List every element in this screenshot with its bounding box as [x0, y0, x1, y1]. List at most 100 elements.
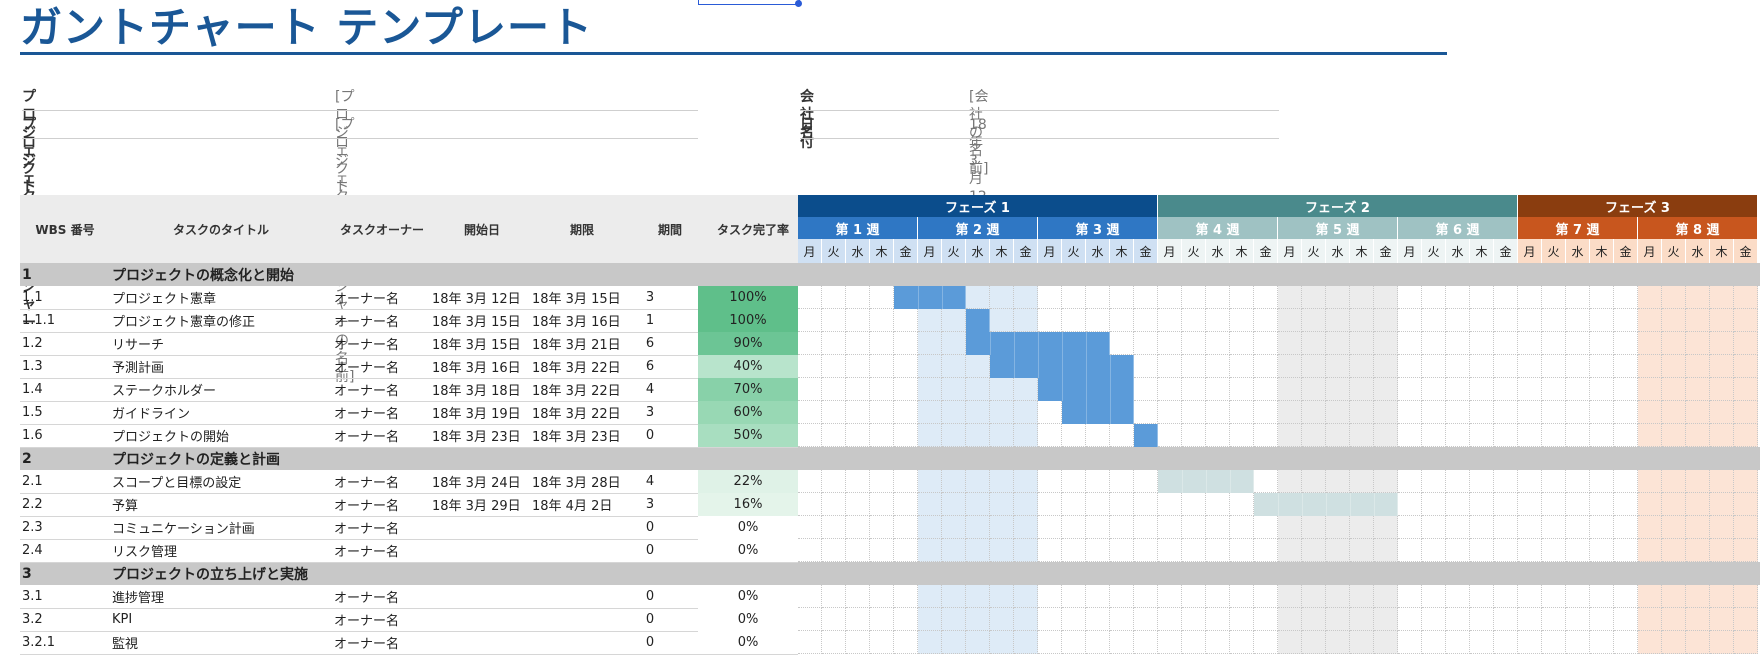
day-cell[interactable] [1542, 378, 1566, 401]
day-cell[interactable] [1086, 516, 1110, 539]
day-cell[interactable] [1158, 585, 1182, 608]
day-cell[interactable] [1302, 470, 1326, 493]
task-wbs[interactable]: 3.1 [22, 585, 102, 608]
day-cell[interactable] [1350, 585, 1374, 608]
day-cell[interactable] [1542, 286, 1566, 309]
day-cell[interactable] [846, 309, 870, 332]
day-cell[interactable] [1638, 470, 1662, 493]
day-cell[interactable] [1110, 309, 1134, 332]
day-cell[interactable] [1158, 424, 1182, 447]
table-row[interactable]: 2.2 予算 オーナー名 18年 3月 29日 18年 4月 2日 3 16% [20, 493, 798, 517]
day-cell[interactable] [1374, 378, 1398, 401]
day-cell[interactable] [1302, 401, 1326, 424]
day-cell[interactable] [846, 424, 870, 447]
day-cell[interactable] [1686, 539, 1710, 562]
day-cell[interactable] [1038, 585, 1062, 608]
day-cell[interactable] [1134, 585, 1158, 608]
task-title[interactable]: リスク管理 [112, 539, 332, 562]
day-cell[interactable] [846, 631, 870, 654]
day-cell[interactable] [1302, 378, 1326, 401]
task-title[interactable]: スコープと目標の設定 [112, 470, 332, 493]
task-title[interactable]: プロジェクト憲章の修正 [112, 309, 332, 332]
day-cell[interactable] [942, 401, 966, 424]
day-cell[interactable] [1518, 631, 1542, 654]
day-cell[interactable] [870, 585, 894, 608]
day-cell[interactable] [1590, 470, 1614, 493]
day-cell[interactable] [1614, 309, 1638, 332]
day-cell[interactable] [1374, 401, 1398, 424]
day-cell[interactable] [1662, 493, 1686, 516]
day-cell[interactable] [1302, 539, 1326, 562]
day-cell[interactable] [1422, 608, 1446, 631]
day-cell[interactable] [1518, 401, 1542, 424]
day-cell[interactable] [846, 332, 870, 355]
day-cell[interactable] [966, 378, 990, 401]
day-cell[interactable] [1326, 539, 1350, 562]
task-wbs[interactable]: 2.4 [22, 539, 102, 562]
day-cell[interactable] [1518, 309, 1542, 332]
section-row[interactable]: 3 プロジェクトの立ち上げと実施 [20, 562, 798, 585]
day-cell[interactable] [1734, 608, 1758, 631]
day-cell[interactable] [1422, 470, 1446, 493]
day-cell[interactable] [1398, 470, 1422, 493]
day-cell[interactable] [1038, 424, 1062, 447]
day-cell[interactable] [1518, 424, 1542, 447]
day-cell[interactable] [966, 493, 990, 516]
day-cell[interactable] [1422, 286, 1446, 309]
day-cell[interactable] [1566, 424, 1590, 447]
day-cell[interactable] [1686, 631, 1710, 654]
day-cell[interactable] [1638, 585, 1662, 608]
day-cell[interactable] [1134, 470, 1158, 493]
day-cell[interactable] [1086, 424, 1110, 447]
task-wbs[interactable]: 3.2.1 [22, 631, 102, 654]
day-cell[interactable] [1302, 355, 1326, 378]
day-cell[interactable] [894, 401, 918, 424]
day-cell[interactable] [1590, 608, 1614, 631]
task-wbs[interactable]: 2.2 [22, 493, 102, 516]
day-cell[interactable] [1182, 493, 1206, 516]
day-cell[interactable] [1206, 355, 1230, 378]
day-cell[interactable] [1182, 286, 1206, 309]
day-cell[interactable] [1422, 378, 1446, 401]
day-cell[interactable] [1278, 401, 1302, 424]
day-cell[interactable] [1398, 631, 1422, 654]
day-cell[interactable] [1590, 332, 1614, 355]
col-start[interactable]: 開始日 [432, 195, 532, 263]
day-cell[interactable] [1566, 539, 1590, 562]
day-cell[interactable] [1326, 378, 1350, 401]
table-row[interactable]: 3.2 KPI オーナー名 0 0% [20, 608, 798, 632]
day-cell[interactable] [1566, 470, 1590, 493]
day-cell[interactable] [846, 378, 870, 401]
day-cell[interactable] [798, 309, 822, 332]
task-title[interactable]: リサーチ [112, 332, 332, 355]
day-cell[interactable] [1254, 516, 1278, 539]
day-cell[interactable] [1182, 378, 1206, 401]
task-duration[interactable]: 3 [612, 401, 688, 424]
day-cell[interactable] [1494, 470, 1518, 493]
day-cell[interactable] [870, 355, 894, 378]
day-cell[interactable] [1686, 355, 1710, 378]
day-cell[interactable] [1182, 332, 1206, 355]
day-cell[interactable] [918, 608, 942, 631]
day-cell[interactable] [1710, 585, 1734, 608]
day-cell[interactable] [1446, 424, 1470, 447]
day-cell[interactable] [1326, 516, 1350, 539]
day-cell[interactable] [1062, 608, 1086, 631]
day-cell[interactable] [1542, 424, 1566, 447]
task-complete[interactable]: 0% [698, 516, 798, 539]
day-cell[interactable] [1254, 286, 1278, 309]
day-cell[interactable] [1182, 608, 1206, 631]
day-cell[interactable] [1686, 608, 1710, 631]
day-cell[interactable] [1614, 493, 1638, 516]
day-cell[interactable] [1638, 355, 1662, 378]
day-cell[interactable] [1446, 355, 1470, 378]
section-row[interactable]: 2 プロジェクトの定義と計画 [20, 447, 798, 470]
day-cell[interactable] [1326, 355, 1350, 378]
day-cell[interactable] [1302, 286, 1326, 309]
day-cell[interactable] [942, 539, 966, 562]
day-cell[interactable] [1566, 401, 1590, 424]
day-cell[interactable] [870, 631, 894, 654]
day-cell[interactable] [990, 286, 1014, 309]
day-cell[interactable] [1470, 401, 1494, 424]
day-cell[interactable] [1422, 493, 1446, 516]
